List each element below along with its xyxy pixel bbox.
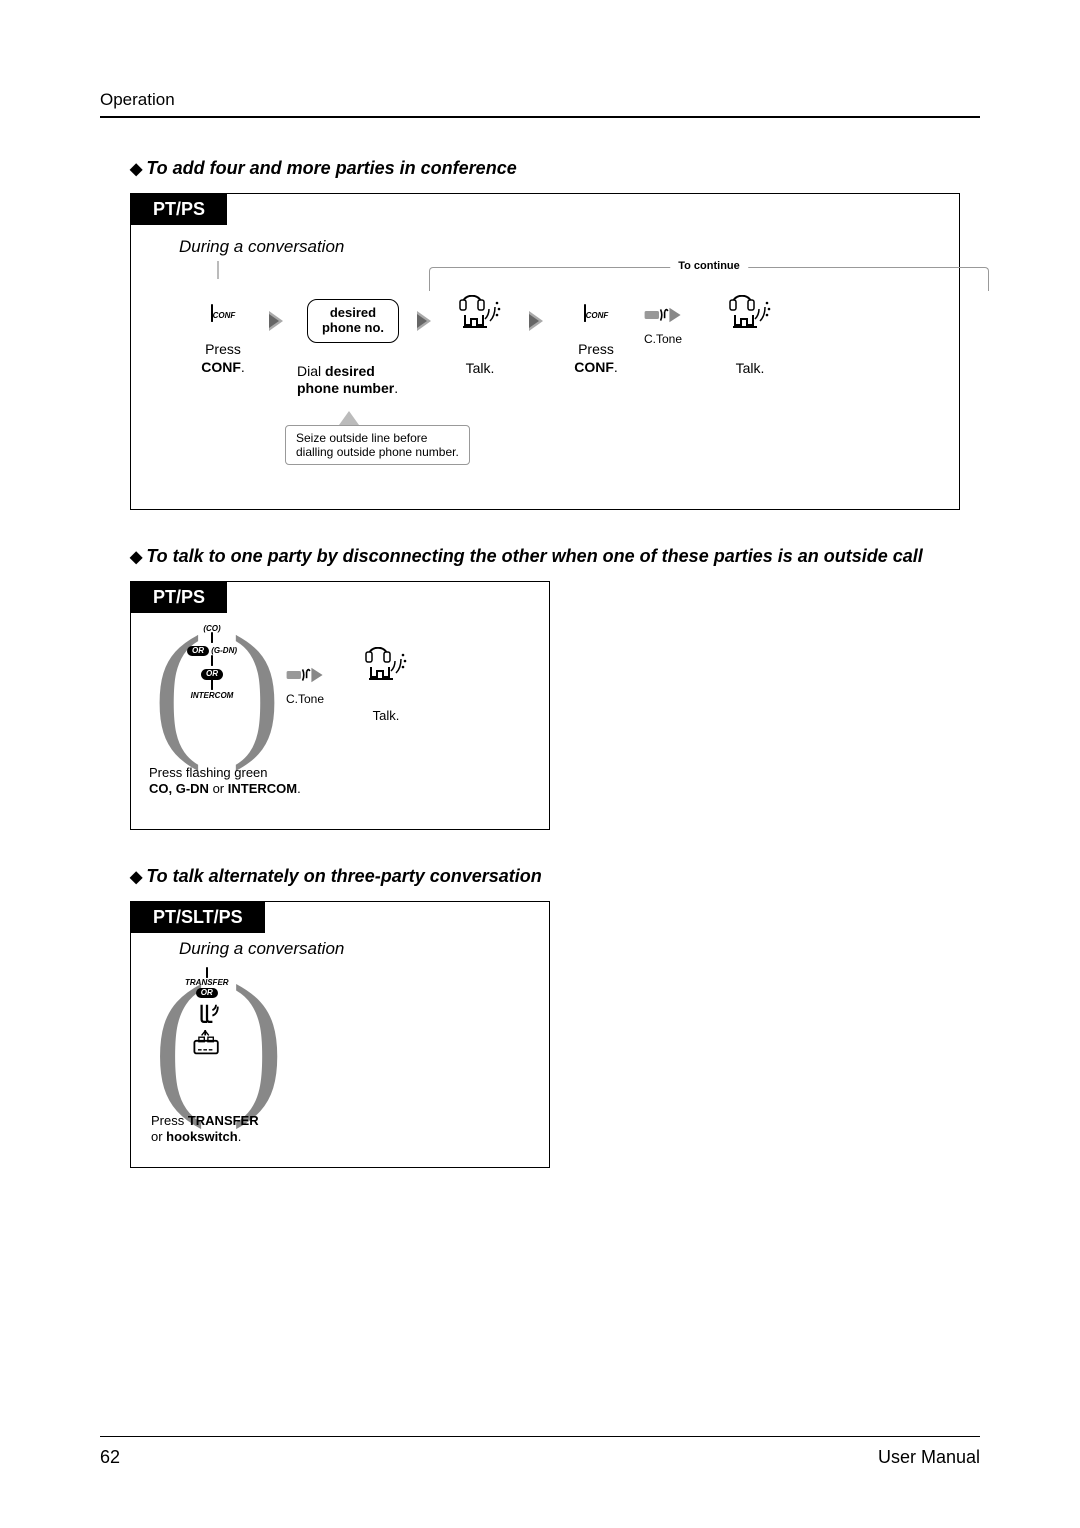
page-number: 62	[100, 1447, 120, 1468]
s3cap-a: Press	[151, 1113, 188, 1128]
ctone-label: C.Tone	[285, 692, 325, 706]
transfer-label: TRANSFER	[185, 978, 229, 987]
page-footer: 62 User Manual	[100, 1436, 980, 1468]
doc-title: User Manual	[878, 1447, 980, 1468]
intercom-label: INTERCOM	[191, 691, 234, 700]
s1step2-d: .	[394, 380, 398, 396]
section-2-heading: ◆ To talk to one party by disconnecting …	[130, 546, 960, 567]
s1step4-a: Press	[578, 341, 614, 357]
ctone-icon	[285, 663, 325, 687]
to-continue-bracket: To continue	[429, 267, 989, 291]
ctone-label: C.Tone	[633, 332, 693, 346]
s2cap-mid: or	[209, 781, 228, 796]
s2cap-b: CO, G-DN	[149, 781, 209, 796]
s2-talk: Talk.	[363, 708, 409, 723]
s3cap-d: hookswitch	[166, 1129, 238, 1144]
s1step3-cap: Talk.	[445, 360, 515, 378]
page-header: Operation	[100, 90, 980, 110]
diamond-icon: ◆	[130, 867, 142, 887]
section-3-heading: ◆ To talk alternately on three-party con…	[130, 866, 980, 887]
section-1-heading: ◆ To add four and more parties in confer…	[130, 158, 980, 179]
section-3-box: PT/SLT/PS During a conversation ( TRANSF…	[130, 901, 550, 1168]
transfer-key-icon	[185, 969, 229, 977]
s1step4-c: .	[614, 359, 618, 375]
note-connector-icon	[339, 411, 359, 425]
s1step5-cap: Talk.	[715, 360, 785, 378]
section-1-box: PT/PS During a conversation To continue …	[130, 193, 960, 510]
s3cap-c: or	[151, 1129, 166, 1144]
conf-key-icon: CONF	[584, 305, 609, 321]
s1step2-c: phone number	[297, 380, 394, 396]
s3cap-e: .	[238, 1129, 242, 1144]
seize-line-note: Seize outside line before dialling outsi…	[285, 425, 470, 465]
s1step2-b: desired	[325, 363, 375, 379]
ctone-icon	[643, 303, 683, 327]
desired-phone-box: desiredphone no.	[307, 299, 399, 343]
talk-phone-icon	[457, 295, 503, 337]
diamond-icon: ◆	[130, 547, 142, 567]
section-2-title: To talk to one party by disconnecting th…	[146, 546, 922, 567]
section-1-tab: PT/PS	[131, 194, 227, 225]
s2cap-b2: INTERCOM	[228, 781, 297, 796]
section-3-tab: PT/SLT/PS	[131, 902, 265, 933]
conf-key-icon: CONF	[211, 305, 236, 321]
or-pill: OR	[196, 988, 218, 998]
hookswitch-icon	[189, 999, 225, 1061]
talk-phone-icon	[363, 647, 409, 689]
intercom-key-icon	[187, 681, 237, 690]
section-1-context: During a conversation	[179, 237, 937, 257]
diamond-icon: ◆	[130, 159, 142, 179]
s2cap-post: .	[297, 781, 301, 796]
arrow-icon	[417, 311, 431, 331]
s1step4-b: CONF	[574, 359, 614, 375]
section-2-box: PT/PS ( (CO) OR (G-DN) OR INTERCOM ) C.T…	[130, 581, 550, 830]
s3cap-b: TRANSFER	[188, 1113, 259, 1128]
s1step2-a: Dial	[297, 363, 325, 379]
gdn-key-icon	[187, 657, 237, 666]
arrow-icon	[269, 311, 283, 331]
s1step1-cap-c: .	[241, 359, 245, 375]
talk-phone-icon	[727, 295, 773, 337]
s2cap-a: Press flashing green	[149, 765, 268, 780]
header-rule	[100, 116, 980, 118]
co-key-icon	[187, 634, 237, 643]
s1step1-cap-a: Press	[205, 341, 241, 357]
arrow-icon	[529, 311, 543, 331]
s1step1-cap-b: CONF	[201, 359, 241, 375]
section-1-title: To add four and more parties in conferen…	[146, 158, 516, 179]
to-continue-label: To continue	[670, 260, 748, 272]
section-3-title: To talk alternately on three-party conve…	[146, 866, 541, 887]
or-pill: OR	[187, 646, 209, 657]
